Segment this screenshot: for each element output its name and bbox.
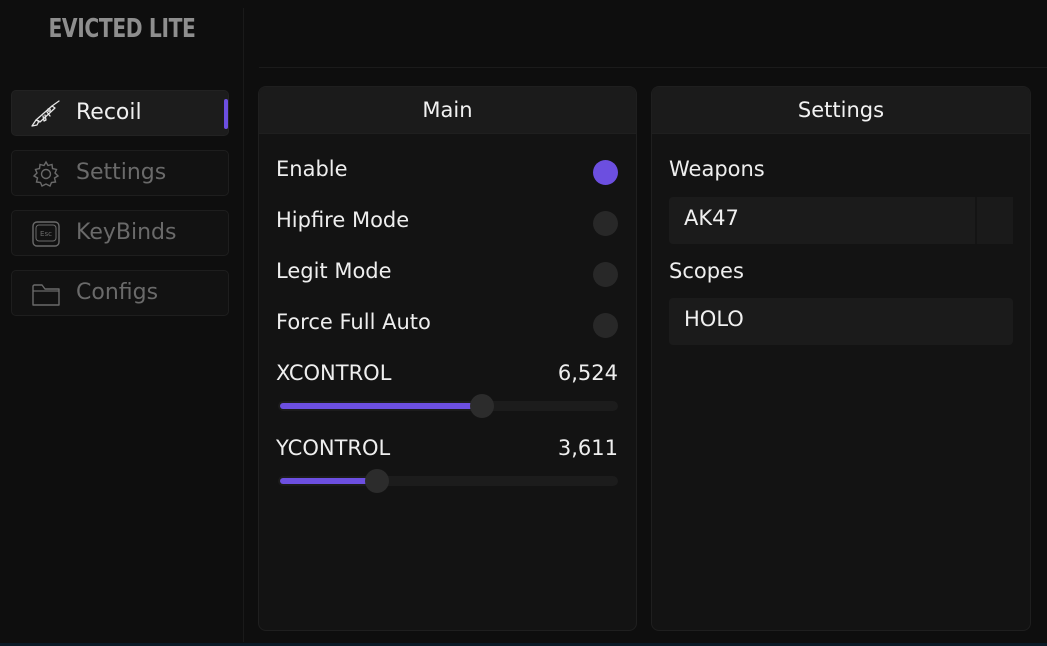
toggle-row-force-full-auto: Force Full Auto — [276, 310, 618, 340]
sidebar-item-label: Recoil — [76, 100, 142, 125]
toggle-label: Enable — [276, 157, 348, 181]
dropdown-value: AK47 — [684, 206, 739, 230]
sidebar-item-label: KeyBinds — [76, 220, 177, 245]
toggle-row-hipfire-mode: Hipfire Mode — [276, 208, 618, 238]
legit-mode-toggle[interactable] — [593, 262, 618, 287]
toggle-label: Force Full Auto — [276, 310, 431, 334]
scopes-label: Scopes — [669, 259, 744, 283]
sidebar-item-label: Settings — [76, 160, 167, 185]
toggle-label: Legit Mode — [276, 259, 392, 283]
enable-toggle[interactable] — [593, 160, 618, 185]
force-full-auto-toggle[interactable] — [593, 313, 618, 338]
sidebar-item-label: Configs — [76, 280, 159, 305]
sidebar-item-keybinds[interactable]: Esc KeyBinds — [11, 210, 229, 256]
slider-label: XCONTROL — [276, 361, 392, 385]
sidebar-divider — [243, 8, 244, 642]
slider-label: YCONTROL — [276, 436, 391, 460]
weapons-label: Weapons — [669, 157, 765, 181]
slider-fill — [280, 403, 482, 409]
esc-key-icon: Esc — [32, 221, 60, 247]
dropdown-arrow[interactable] — [975, 197, 1013, 244]
hipfire-mode-toggle[interactable] — [593, 211, 618, 236]
slider-fill — [280, 478, 377, 484]
folder-icon — [32, 284, 60, 306]
slider-row-ycontrol: YCONTROL 3,611 — [276, 436, 618, 466]
app-window: EVICTED LITE Recoil Settings Esc KeyBind… — [0, 0, 1047, 646]
toggle-label: Hipfire Mode — [276, 208, 410, 232]
slider-thumb[interactable] — [470, 394, 494, 418]
slider-thumb[interactable] — [365, 469, 389, 493]
slider-value: 3,611 — [557, 436, 618, 460]
slider-row-xcontrol: XCONTROL 6,524 — [276, 361, 618, 391]
esc-key-text: Esc — [40, 230, 52, 238]
slider-value: 6,524 — [557, 361, 618, 385]
settings-panel: Settings Weapons AK47 Scopes HOLO — [651, 86, 1031, 631]
scopes-dropdown[interactable]: HOLO — [669, 298, 1013, 345]
settings-panel-title: Settings — [652, 87, 1030, 134]
toggle-row-enable: Enable — [276, 157, 618, 187]
sidebar-item-recoil[interactable]: Recoil — [11, 90, 229, 136]
main-panel-title: Main — [259, 87, 636, 134]
sidebar-item-settings[interactable]: Settings — [11, 150, 229, 196]
main-panel: Main Enable Hipfire Mode Legit Mode Forc… — [258, 86, 637, 631]
gear-icon — [32, 160, 60, 187]
rifle-icon — [31, 100, 60, 127]
dropdown-value: HOLO — [684, 307, 744, 331]
header-divider — [259, 67, 1047, 68]
active-indicator — [224, 99, 228, 129]
sidebar-item-configs[interactable]: Configs — [11, 270, 229, 316]
app-logo: EVICTED LITE — [48, 14, 196, 44]
toggle-row-legit-mode: Legit Mode — [276, 259, 618, 289]
ycontrol-slider[interactable] — [278, 469, 618, 493]
sidebar: EVICTED LITE Recoil Settings Esc KeyBind… — [0, 0, 244, 646]
weapons-dropdown[interactable]: AK47 — [669, 197, 1013, 244]
xcontrol-slider[interactable] — [278, 394, 618, 418]
